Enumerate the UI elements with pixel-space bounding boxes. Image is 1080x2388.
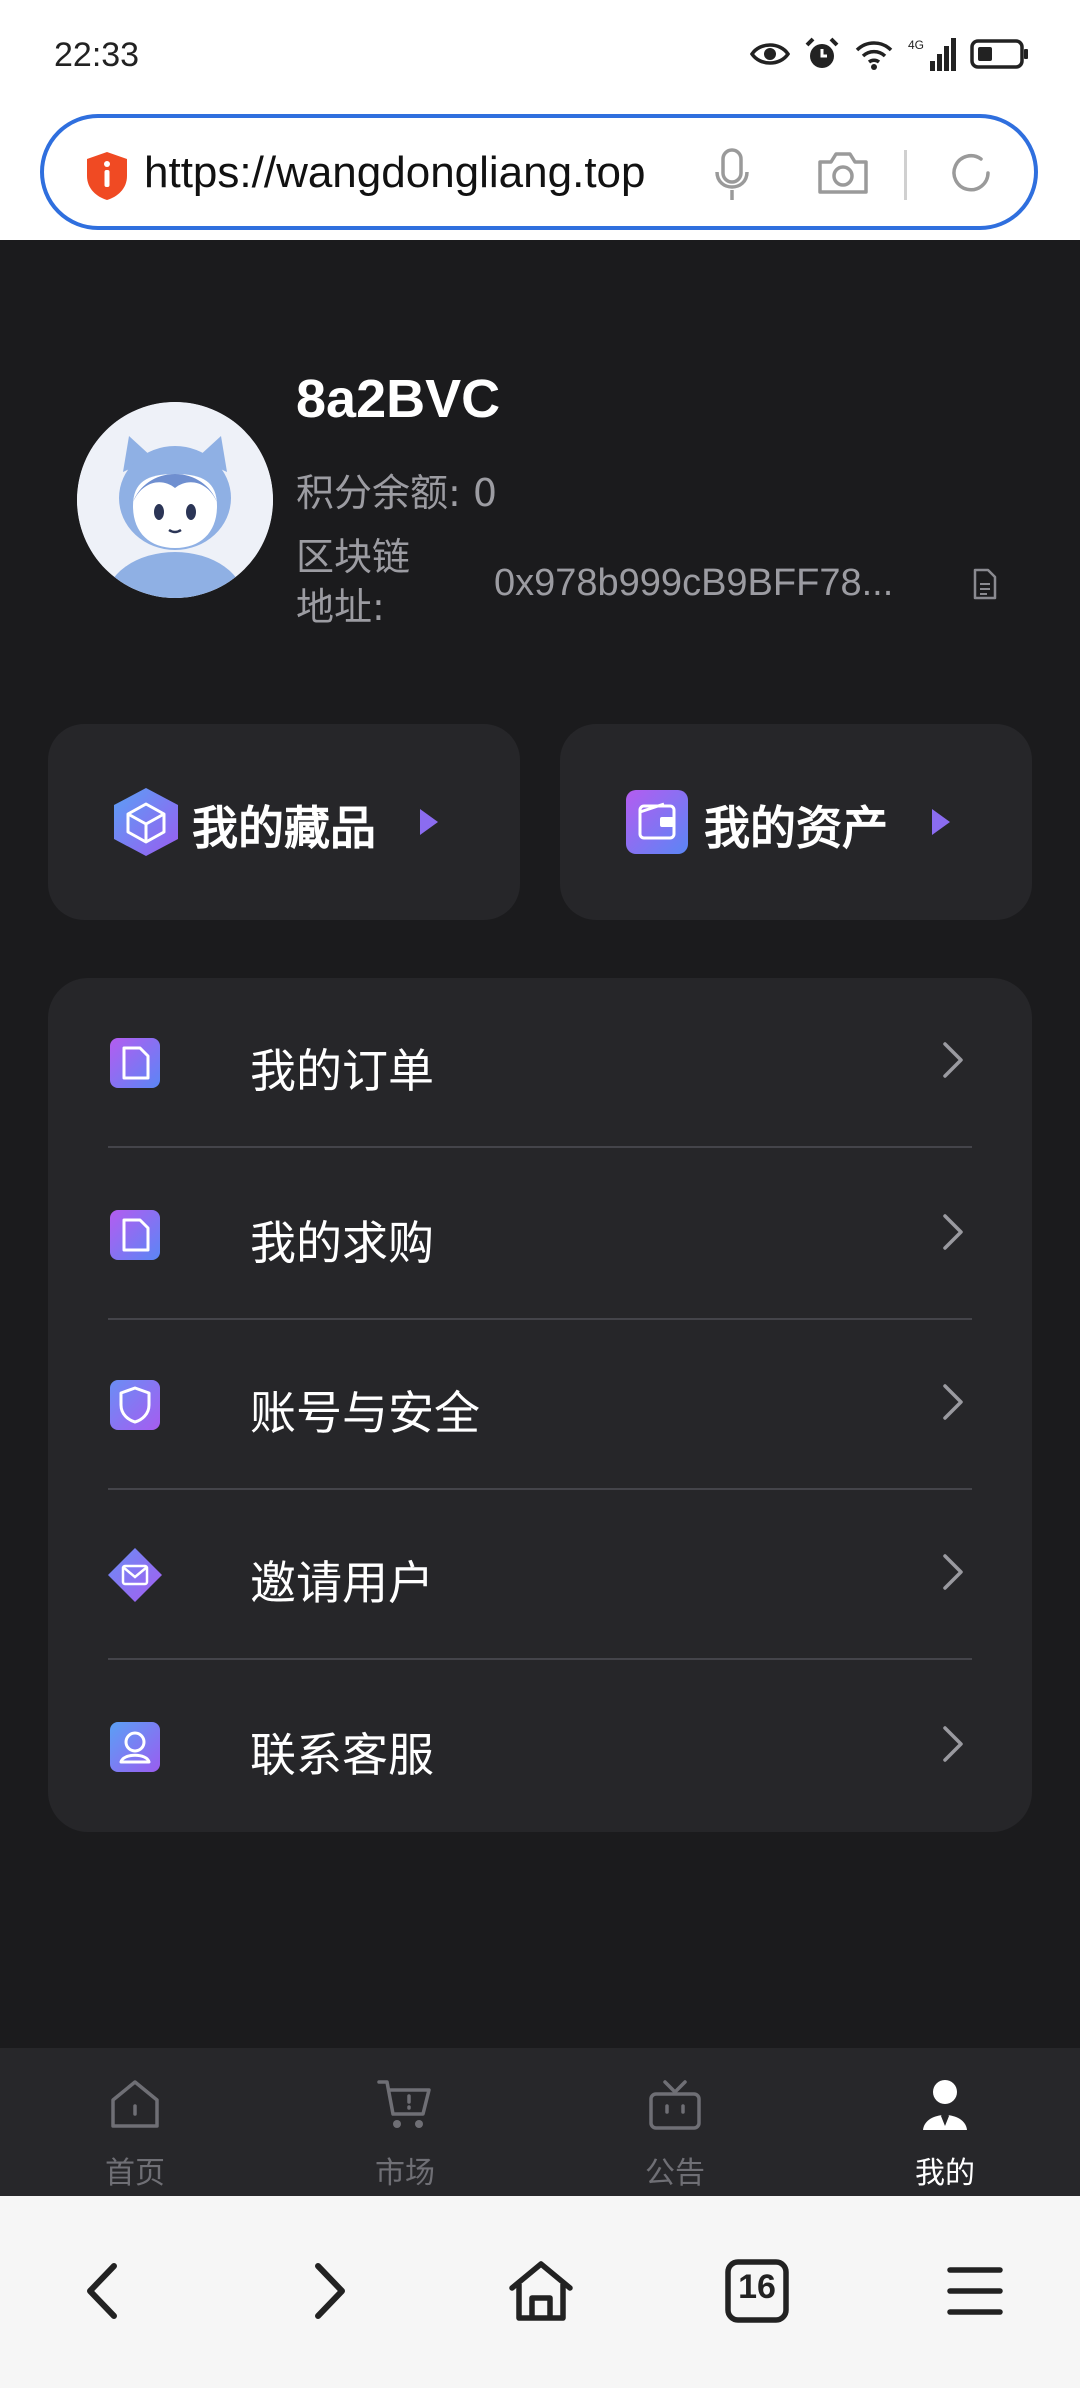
chevron-right-icon bbox=[315, 2263, 345, 2319]
menu-item-my-orders[interactable]: 我的订单 bbox=[108, 978, 972, 1148]
tab-announcements[interactable]: 公告 bbox=[540, 2048, 810, 2196]
security-shield-icon[interactable] bbox=[84, 150, 130, 202]
bottom-tab-bar: 首页 市场 公告 我的 bbox=[0, 2048, 1080, 2196]
envelope-icon bbox=[108, 1548, 162, 1602]
chain-address-label: 区块链地址: bbox=[296, 535, 411, 629]
forward-button[interactable] bbox=[292, 2256, 362, 2326]
status-time: 22:33 bbox=[54, 36, 140, 74]
alarm-icon bbox=[805, 37, 839, 68]
caret-right-icon bbox=[420, 809, 438, 835]
tab-label: 市场 bbox=[375, 2156, 435, 2191]
status-bar: 22:33 4G bbox=[0, 0, 1080, 112]
status-icons: 4G bbox=[750, 36, 1030, 72]
cube-icon bbox=[114, 788, 178, 856]
browser-address-bar: https://wangdongliang.top bbox=[0, 112, 1080, 240]
url-separator bbox=[904, 150, 907, 200]
wallet-icon bbox=[626, 790, 688, 854]
wifi-icon bbox=[855, 41, 893, 70]
tab-market[interactable]: 市场 bbox=[270, 2048, 540, 2196]
menu-item-invite-users[interactable]: 邀请用户 bbox=[108, 1490, 972, 1660]
shield-icon bbox=[110, 1380, 160, 1430]
tab-label: 首页 bbox=[105, 2156, 165, 2191]
microphone-icon[interactable] bbox=[714, 148, 750, 202]
menu-label: 联系客服 bbox=[250, 1728, 434, 1782]
signal-4g-icon: 4G bbox=[908, 38, 956, 71]
url-field[interactable]: https://wangdongliang.top bbox=[40, 114, 1038, 230]
avatar-character-icon bbox=[77, 402, 273, 598]
points-balance: 积分余额: 0 bbox=[296, 471, 498, 515]
my-assets-card[interactable]: 我的资产 bbox=[560, 724, 1032, 920]
menu-list: 我的订单 我的求购 账号与安全 邀请用户 联系客服 bbox=[48, 978, 1032, 1832]
tab-home[interactable]: 首页 bbox=[0, 2048, 270, 2196]
user-icon bbox=[923, 2080, 967, 2130]
document-icon bbox=[110, 1038, 160, 1088]
my-collection-card[interactable]: 我的藏品 bbox=[48, 724, 520, 920]
menu-button[interactable] bbox=[940, 2256, 1010, 2326]
chevron-right-icon bbox=[943, 1554, 963, 1590]
menu-item-contact-support[interactable]: 联系客服 bbox=[108, 1662, 972, 1832]
chevron-right-icon bbox=[943, 1726, 963, 1762]
hamburger-menu-icon bbox=[947, 2267, 1003, 2315]
home-button[interactable] bbox=[506, 2256, 576, 2326]
menu-item-my-purchase-requests[interactable]: 我的求购 bbox=[108, 1150, 972, 1320]
document-icon bbox=[110, 1210, 160, 1260]
battery-icon bbox=[970, 39, 1028, 69]
cart-icon bbox=[377, 2080, 431, 2128]
menu-item-account-security[interactable]: 账号与安全 bbox=[108, 1320, 972, 1490]
tabs-button[interactable]: 16 bbox=[722, 2256, 792, 2326]
camera-icon[interactable] bbox=[816, 148, 870, 198]
chevron-right-icon bbox=[943, 1384, 963, 1420]
divider bbox=[108, 1146, 972, 1148]
my-collection-label: 我的藏品 bbox=[192, 801, 376, 855]
copy-icon[interactable] bbox=[972, 568, 998, 600]
chevron-left-icon bbox=[87, 2263, 117, 2319]
home-icon bbox=[111, 2080, 159, 2128]
customer-service-icon bbox=[110, 1722, 160, 1772]
chevron-right-icon bbox=[943, 1042, 963, 1078]
menu-label: 我的求购 bbox=[250, 1216, 434, 1270]
my-assets-label: 我的资产 bbox=[704, 801, 888, 855]
divider bbox=[108, 1658, 972, 1660]
back-button[interactable] bbox=[70, 2256, 140, 2326]
network-label: 4G bbox=[908, 38, 924, 52]
chevron-right-icon bbox=[943, 1214, 963, 1250]
tab-count: 16 bbox=[738, 2268, 776, 2306]
tab-mine[interactable]: 我的 bbox=[810, 2048, 1080, 2196]
announcement-icon bbox=[649, 2080, 701, 2130]
browser-bottom-nav: 16 bbox=[0, 2196, 1080, 2388]
url-text[interactable]: https://wangdongliang.top bbox=[144, 148, 716, 198]
menu-label: 账号与安全 bbox=[250, 1386, 480, 1440]
reload-icon[interactable] bbox=[946, 148, 996, 198]
tab-label: 我的 bbox=[915, 2156, 975, 2191]
avatar[interactable] bbox=[77, 402, 273, 598]
menu-label: 邀请用户 bbox=[250, 1556, 434, 1610]
caret-right-icon bbox=[932, 809, 950, 835]
tab-label: 公告 bbox=[645, 2156, 705, 2191]
chain-address-value: 0x978b999cB9BFF78... bbox=[494, 562, 894, 604]
eye-icon bbox=[750, 43, 790, 65]
menu-label: 我的订单 bbox=[250, 1044, 434, 1098]
username: 8a2BVC bbox=[296, 369, 501, 429]
home-icon bbox=[509, 2261, 573, 2321]
